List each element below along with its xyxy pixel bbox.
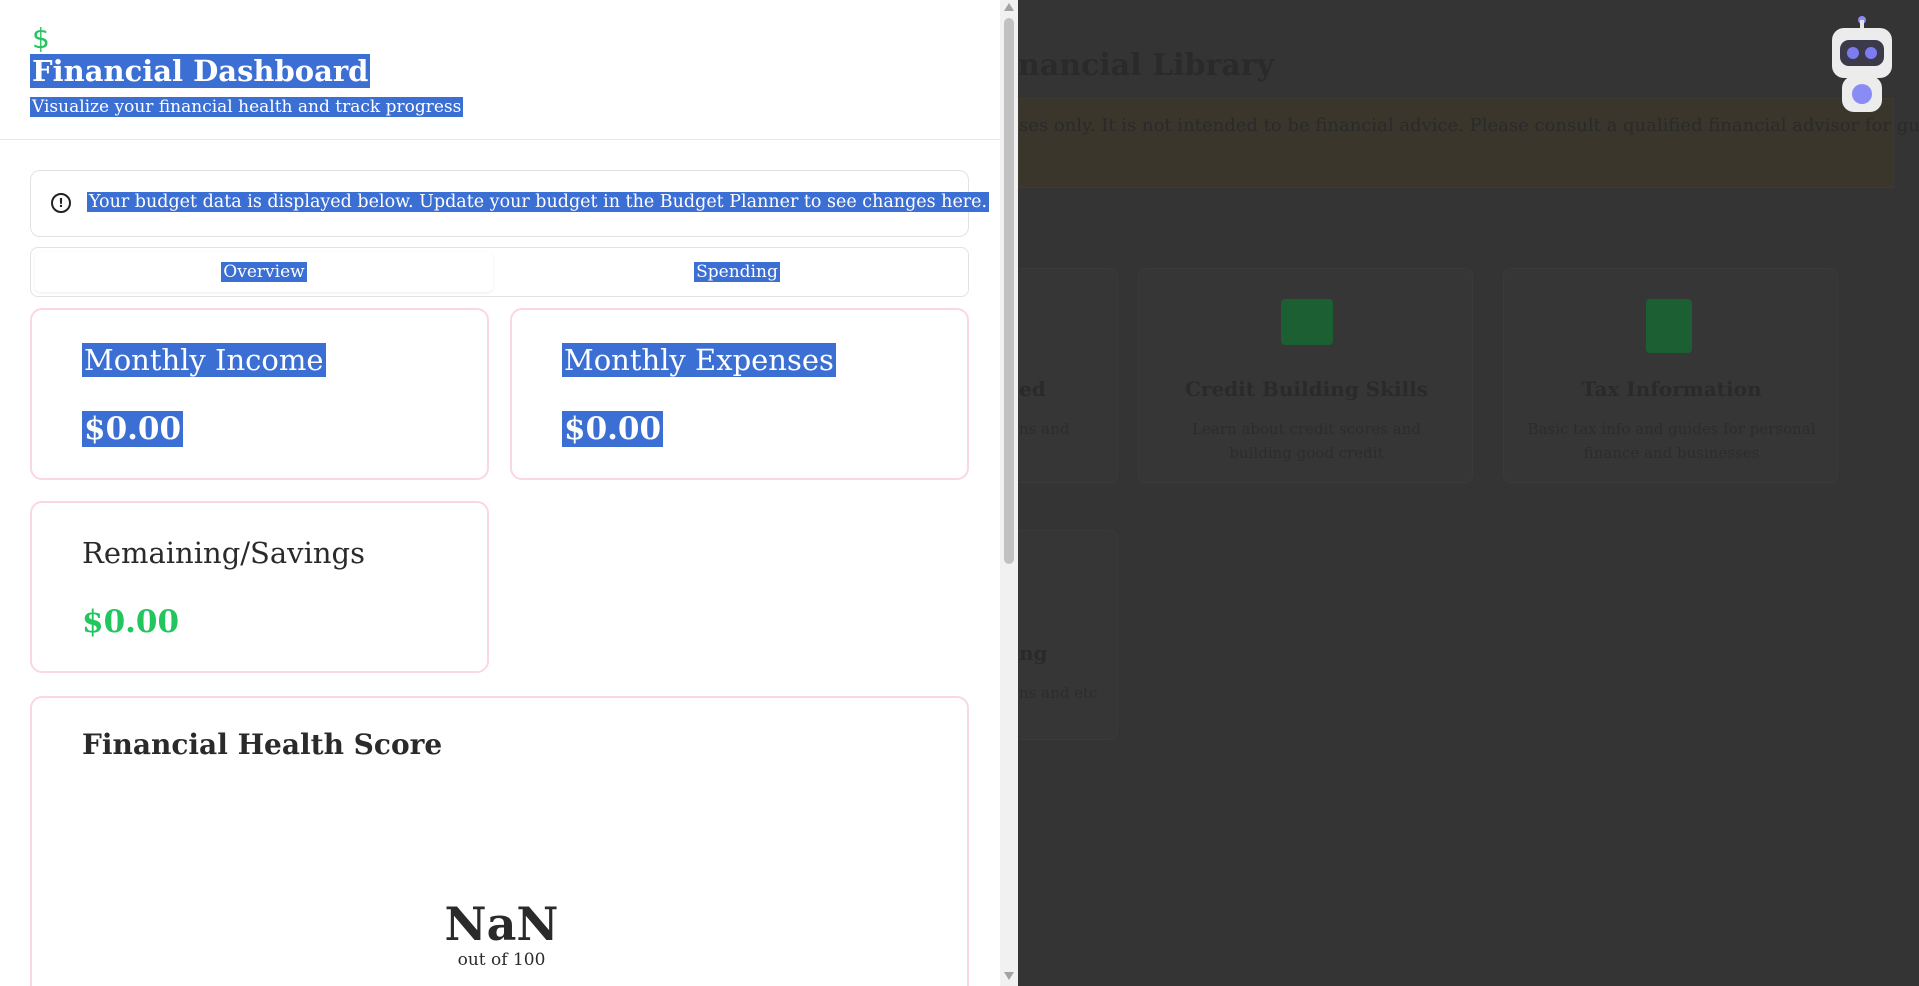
dollar-icon: $ <box>32 22 50 55</box>
financial-dashboard-panel: $ Financial Dashboard Visualize your fin… <box>0 0 1018 986</box>
card-label: Remaining/Savings <box>82 536 365 570</box>
background-card: Credit Building Skills Learn about credi… <box>1138 268 1473 483</box>
page-title: Financial Dashboard <box>30 54 371 88</box>
background-card-desc: Basic tax info and guides for personal f… <box>1527 420 1816 462</box>
page-subtitle: Visualize your financial health and trac… <box>30 97 464 117</box>
background-card-desc: Learn about credit scores and building g… <box>1192 420 1421 462</box>
alert-circle-icon: ! <box>51 193 71 213</box>
financial-health-card: Financial Health Score NaN out of 100 <box>30 696 969 986</box>
background-banner-text: ses only. It is not intended to be finan… <box>1019 115 1919 136</box>
background-card: ng ns and etc <box>1018 530 1118 740</box>
background-title: nancial Library <box>1018 48 1274 83</box>
scroll-thumb[interactable] <box>1004 18 1014 564</box>
document-icon <box>1646 299 1692 353</box>
background-card: ed ns and <box>1018 268 1118 483</box>
background-card-desc: ns and etc <box>1019 684 1098 702</box>
scroll-up-arrow-icon[interactable] <box>1004 3 1014 11</box>
background-card-title: ng <box>1019 641 1048 665</box>
monthly-income-card: Monthly Income $0.00 <box>30 308 489 480</box>
vertical-scrollbar[interactable] <box>1000 0 1018 986</box>
dashboard-header: $ Financial Dashboard Visualize your fin… <box>0 0 1000 140</box>
background-disclaimer-banner: ses only. It is not intended to be finan… <box>1018 98 1919 188</box>
scroll-down-arrow-icon[interactable] <box>1004 972 1014 980</box>
background-card-title: Tax Information <box>1581 377 1762 401</box>
card-value: $0.00 <box>82 604 180 640</box>
tab-spending[interactable]: Spending <box>508 252 966 292</box>
background-card: Tax Information Basic tax info and guide… <box>1503 268 1838 483</box>
health-score-subtitle: out of 100 <box>457 950 546 970</box>
monthly-expenses-card: Monthly Expenses $0.00 <box>510 308 969 480</box>
card-value: $0.00 <box>562 411 664 447</box>
dashboard-tabs: Overview Spending <box>30 247 969 297</box>
background-page: nancial Library ses only. It is not inte… <box>1018 0 1919 986</box>
background-card-title: ed <box>1019 377 1046 401</box>
card-label: Monthly Income <box>82 343 326 377</box>
card-label: Monthly Expenses <box>562 343 836 377</box>
background-card-title: Credit Building Skills <box>1184 377 1429 401</box>
credit-card-icon <box>1281 299 1333 345</box>
health-score-value: NaN <box>444 897 559 951</box>
alert-text: Your budget data is displayed below. Upd… <box>87 192 990 212</box>
tab-overview[interactable]: Overview <box>35 252 493 292</box>
background-card-desc: ns and <box>1019 420 1070 438</box>
remaining-savings-card: Remaining/Savings $0.00 <box>30 501 489 673</box>
info-alert: ! Your budget data is displayed below. U… <box>30 170 990 237</box>
robot-assistant-icon[interactable] <box>1830 14 1894 114</box>
health-score-title: Financial Health Score <box>82 728 443 761</box>
card-value: $0.00 <box>82 411 184 447</box>
